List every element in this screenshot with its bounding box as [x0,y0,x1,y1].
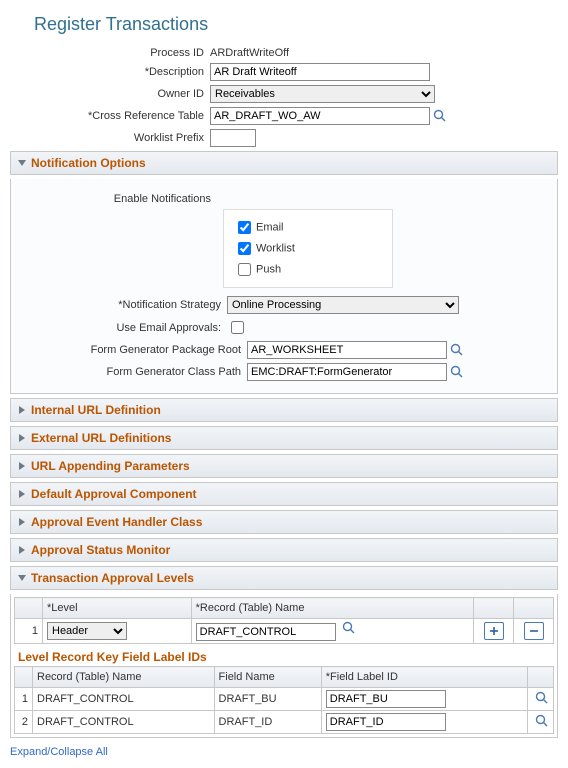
lookup-icon[interactable] [450,365,464,379]
worklist-prefix-input[interactable] [210,129,256,147]
chevron-right-icon [17,405,27,415]
worklist-prefix-label: Worklist Prefix [10,132,210,144]
table-row: 2 DRAFT_CONTROL DRAFT_ID [15,711,554,734]
notification-options-body: Enable Notifications Email Worklist Push… [10,179,558,394]
lookup-icon[interactable] [342,621,356,635]
owner-id-label: Owner ID [10,88,210,100]
cross-ref-input[interactable] [210,107,430,125]
chevron-right-icon [17,545,27,555]
col-field: Field Name [214,667,321,688]
field-label-id-input[interactable] [326,713,446,731]
use-email-checkbox[interactable] [231,321,244,334]
lookup-icon[interactable] [433,109,447,123]
section-default-approval[interactable]: Default Approval Component [10,482,558,506]
enable-notifications-box: Email Worklist Push [223,209,393,288]
description-label: *Description [10,66,210,78]
email-checkbox-label[interactable]: Email [234,218,382,237]
row-num: 1 [15,619,43,644]
level-select[interactable]: Header [47,622,127,640]
chevron-right-icon [17,461,27,471]
col-level: *Level [43,598,192,619]
chevron-down-icon [17,573,27,583]
remove-row-button[interactable] [524,622,544,640]
expand-collapse-all-link[interactable]: Expand/Collapse All [10,746,108,758]
lookup-icon[interactable] [535,691,549,705]
owner-id-select[interactable]: Receivables [210,85,435,103]
page-title: Register Transactions [34,14,558,35]
strategy-label: *Notification Strategy [17,299,227,311]
col-record: *Record (Table) Name [191,598,473,619]
section-approval-status[interactable]: Approval Status Monitor [10,538,558,562]
chevron-right-icon [17,433,27,443]
description-input[interactable] [210,63,430,81]
process-id-label: Process ID [10,47,210,59]
record-input[interactable] [196,623,336,641]
enable-notifications-label: Enable Notifications [17,187,217,205]
lookup-icon[interactable] [450,343,464,357]
table-row: 1 Header [15,619,554,644]
section-notification-options[interactable]: Notification Options [10,151,558,175]
process-id-value: ARDraftWriteOff [210,47,289,59]
section-approval-event[interactable]: Approval Event Handler Class [10,510,558,534]
levels-grid: *Level *Record (Table) Name 1 Header [14,597,554,644]
col-record: Record (Table) Name [33,667,215,688]
email-checkbox[interactable] [238,221,251,234]
field-label-id-input[interactable] [326,690,446,708]
chevron-down-icon [17,158,27,168]
chevron-right-icon [17,517,27,527]
push-checkbox[interactable] [238,263,251,276]
col-label-id: *Field Label ID [321,667,527,688]
table-row: 1 DRAFT_CONTROL DRAFT_BU [15,688,554,711]
section-external-url[interactable]: External URL Definitions [10,426,558,450]
worklist-checkbox[interactable] [238,242,251,255]
strategy-select[interactable]: Online Processing [227,296,459,314]
section-internal-url[interactable]: Internal URL Definition [10,398,558,422]
pkg-root-label: Form Generator Package Root [17,344,247,356]
lookup-icon[interactable] [535,714,549,728]
section-url-appending[interactable]: URL Appending Parameters [10,454,558,478]
push-checkbox-label[interactable]: Push [234,260,382,279]
section-transaction-levels[interactable]: Transaction Approval Levels [10,566,558,590]
chevron-right-icon [17,489,27,499]
class-path-label: Form Generator Class Path [17,366,247,378]
worklist-checkbox-label[interactable]: Worklist [234,239,382,258]
use-email-label: Use Email Approvals: [17,322,227,334]
class-path-input[interactable] [247,363,447,381]
pkg-root-input[interactable] [247,341,447,359]
add-row-button[interactable] [484,622,504,640]
key-fields-title: Level Record Key Field Label IDs [14,644,554,666]
key-fields-grid: Record (Table) Name Field Name *Field La… [14,666,554,734]
cross-ref-label: *Cross Reference Table [10,110,210,122]
